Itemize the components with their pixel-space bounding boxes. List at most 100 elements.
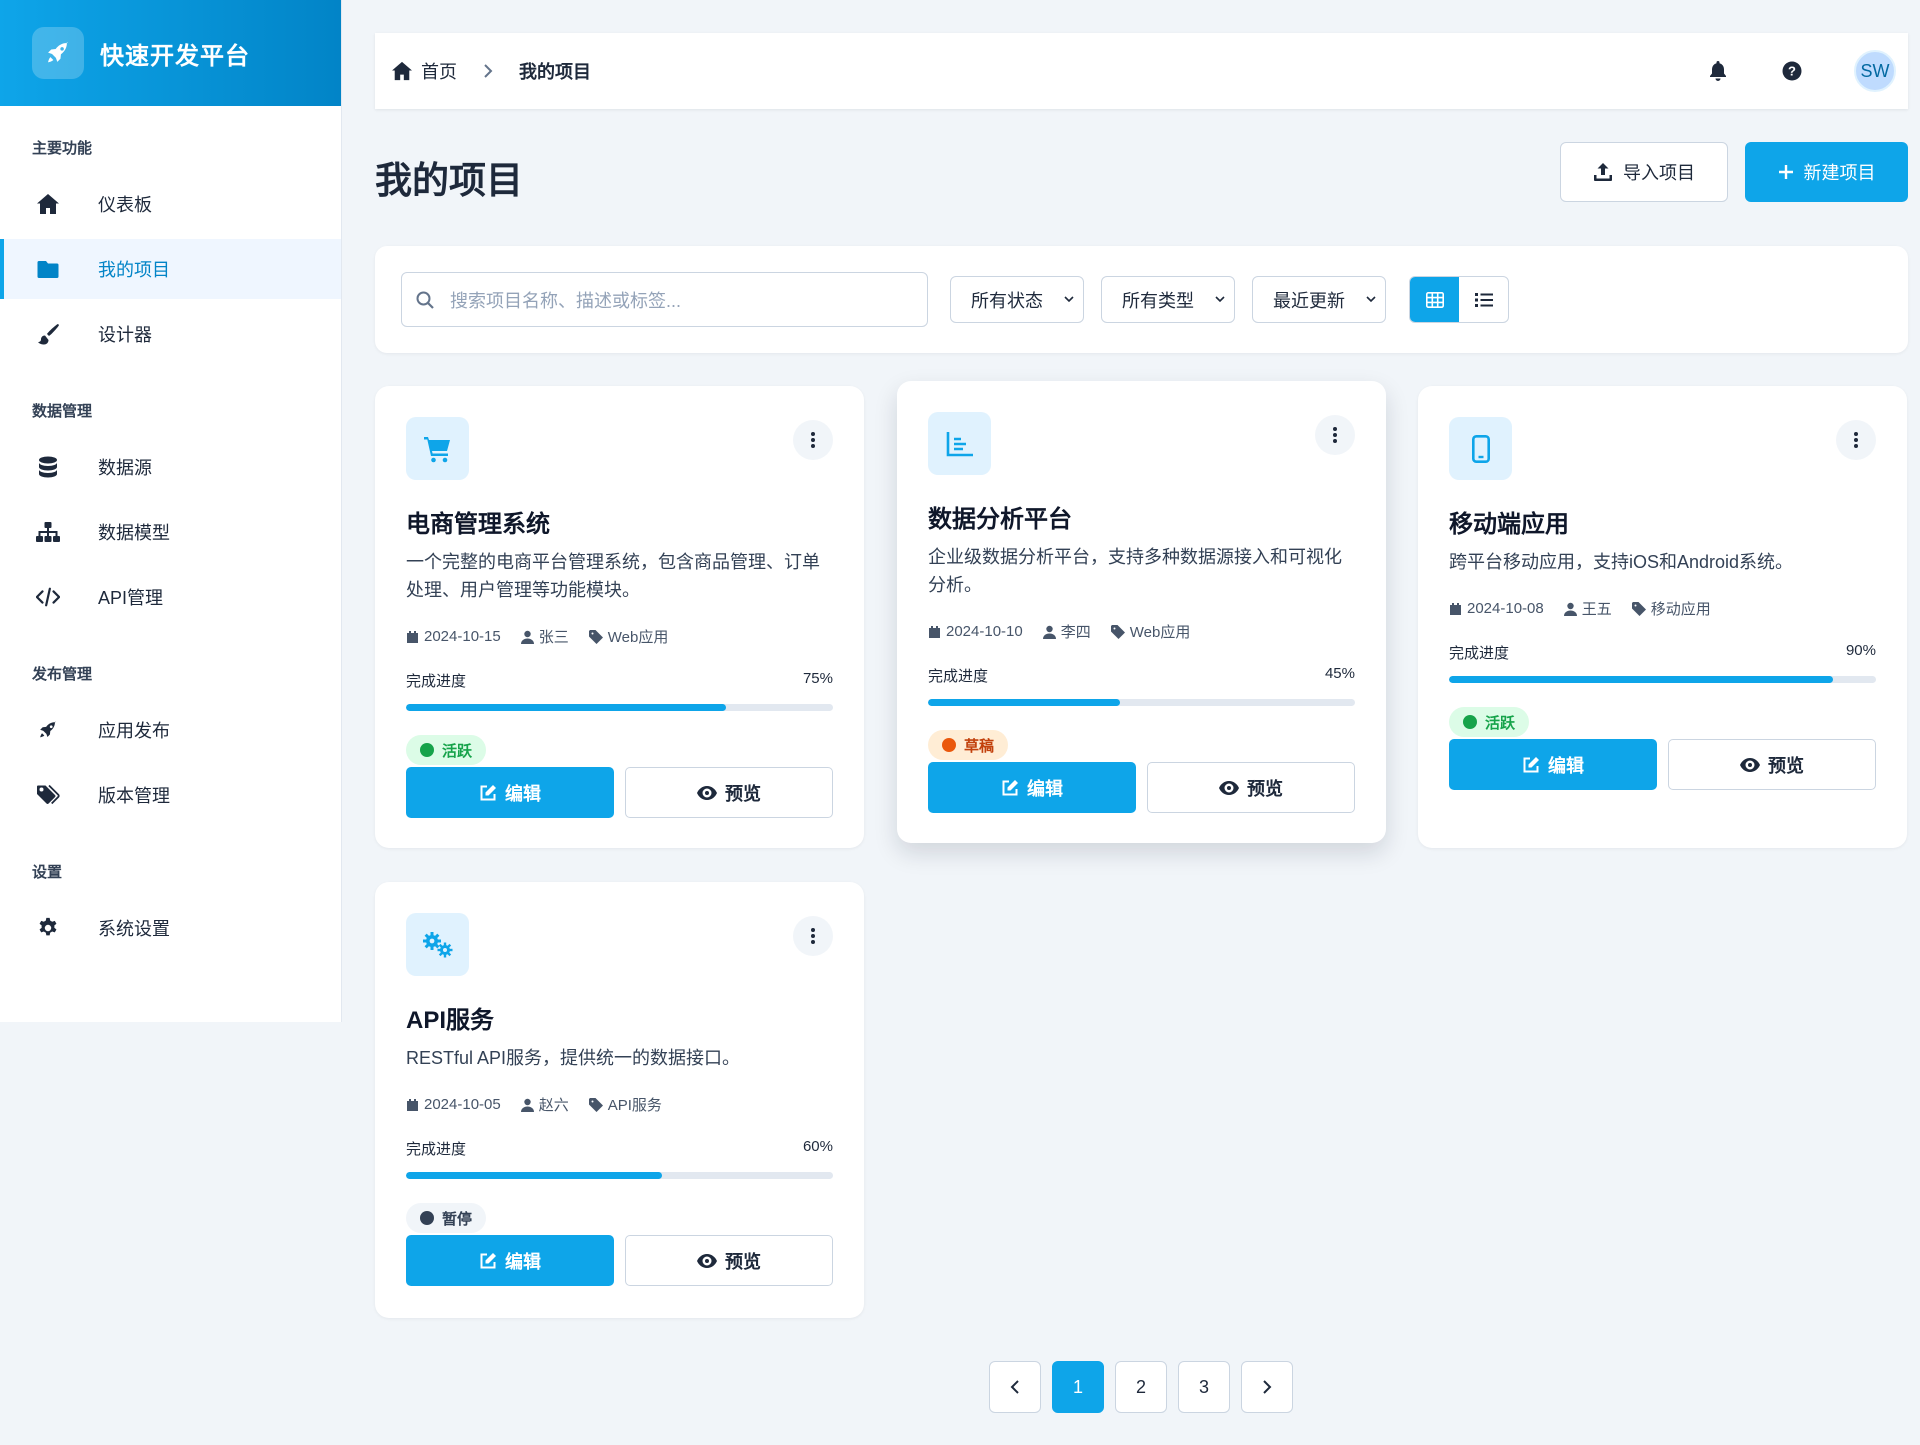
edit-label: 编辑	[1548, 755, 1584, 776]
more-vertical-icon	[1333, 427, 1337, 443]
sidebar-item-system-settings[interactable]: 系统设置	[0, 898, 341, 958]
progress-header: 完成进度 45%	[928, 665, 1355, 686]
import-project-button[interactable]: 导入项目	[1560, 142, 1728, 202]
project-card[interactable]: API服务 RESTful API服务，提供统一的数据接口。 2024-10-0…	[375, 882, 864, 1318]
page-button-3[interactable]: 3	[1178, 1361, 1230, 1413]
folder-icon	[36, 257, 60, 281]
grid-view-button[interactable]	[1410, 277, 1459, 322]
breadcrumb-home-label: 首页	[421, 62, 457, 82]
preview-button[interactable]: 预览	[625, 767, 833, 818]
status-text: 活跃	[1485, 714, 1516, 732]
progress-percent: 45%	[1324, 665, 1355, 682]
more-menu-button[interactable]	[793, 420, 833, 460]
edit-button[interactable]: 编辑	[406, 767, 614, 818]
progress-label: 完成进度	[1449, 645, 1510, 662]
filter-bar: 搜索项目名称、描述或标签... 所有状态 所有类型 最近更新	[375, 246, 1908, 353]
help-icon[interactable]: ?	[1780, 59, 1804, 83]
chevron-down-icon	[1214, 293, 1226, 305]
sidebar-item-dashboard[interactable]: 仪表板	[0, 174, 341, 234]
status-select[interactable]: 所有状态	[950, 276, 1084, 323]
status-dot	[420, 1211, 434, 1225]
tag-icon	[588, 1097, 603, 1112]
sidebar-item-app-publish[interactable]: 应用发布	[0, 700, 341, 760]
status-badge: 草稿	[928, 730, 1009, 760]
more-menu-button[interactable]	[1836, 420, 1876, 460]
meta-owner: 张三	[520, 626, 569, 647]
page-button-1[interactable]: 1	[1052, 1361, 1104, 1413]
status-badge: 暂停	[406, 1203, 487, 1233]
project-date: 2024-10-08	[1467, 600, 1544, 617]
view-toggle	[1409, 276, 1509, 323]
sidebar-item-my-projects[interactable]: 我的项目	[0, 239, 341, 299]
progress-fill	[406, 704, 727, 711]
edit-icon	[1522, 756, 1540, 774]
meta-owner: 王五	[1563, 598, 1612, 619]
preview-label: 预览	[1247, 778, 1283, 799]
sidebar-item-data-model[interactable]: 数据模型	[0, 502, 341, 562]
project-title: API服务	[406, 1007, 495, 1034]
sidebar-item-versions[interactable]: 版本管理	[0, 765, 341, 825]
progress-label: 完成进度	[928, 668, 989, 685]
meta-type: 移动应用	[1631, 598, 1711, 619]
cart-icon	[406, 417, 469, 480]
grid-icon	[1425, 291, 1444, 308]
more-menu-button[interactable]	[1315, 415, 1355, 455]
project-description: 跨平台移动应用，支持iOS和Android系统。	[1449, 552, 1794, 572]
project-card[interactable]: 电商管理系统 一个完整的电商平台管理系统，包含商品管理、订单处理、用户管理等功能…	[375, 386, 864, 848]
search-input[interactable]: 搜索项目名称、描述或标签...	[401, 272, 928, 327]
more-menu-button[interactable]	[793, 916, 833, 956]
bell-icon[interactable]	[1706, 59, 1730, 83]
sitemap-icon	[36, 520, 60, 544]
user-icon	[520, 1098, 534, 1112]
preview-button[interactable]: 预览	[1668, 739, 1876, 790]
sidebar-item-api[interactable]: API管理	[0, 567, 341, 627]
project-date: 2024-10-05	[424, 1096, 501, 1113]
sidebar-item-label: API管理	[98, 588, 164, 608]
top-actions: ? SW	[1706, 33, 1908, 109]
calendar-icon	[406, 630, 419, 644]
project-meta: 2024-10-15 张三 Web应用	[406, 626, 688, 647]
sidebar: 快速开发平台 主要功能 仪表板 我的项目 设计器 数据管理 数据源 数据模型 A…	[0, 0, 342, 1022]
avatar[interactable]: SW	[1854, 50, 1896, 92]
chevron-right-icon	[1262, 1379, 1272, 1395]
brand[interactable]: 快速开发平台	[0, 0, 341, 106]
status-dot	[1463, 715, 1477, 729]
prev-page-button[interactable]	[989, 1361, 1041, 1413]
project-type: 移动应用	[1650, 601, 1711, 618]
preview-label: 预览	[1768, 755, 1804, 776]
topbar: 首页 我的项目 ? SW	[375, 33, 1908, 109]
new-project-button[interactable]: 新建项目	[1745, 142, 1908, 202]
sidebar-item-datasource[interactable]: 数据源	[0, 437, 341, 497]
eye-icon	[697, 785, 717, 800]
cogs-icon	[406, 913, 469, 976]
sidebar-item-label: 应用发布	[98, 721, 170, 741]
next-page-button[interactable]	[1241, 1361, 1293, 1413]
status-badge: 活跃	[406, 735, 487, 765]
user-icon	[1042, 625, 1056, 639]
page-button-2[interactable]: 2	[1115, 1361, 1167, 1413]
nav-section-data: 数据管理 数据源 数据模型 API管理	[0, 369, 341, 627]
tag-icon	[1631, 601, 1646, 616]
home-icon	[36, 192, 60, 216]
project-meta: 2024-10-10 李四 Web应用	[928, 621, 1210, 642]
preview-button[interactable]: 预览	[625, 1235, 833, 1286]
nav-heading: 设置	[32, 864, 63, 881]
status-text: 活跃	[442, 742, 473, 760]
edit-button[interactable]: 编辑	[928, 762, 1136, 813]
type-select[interactable]: 所有类型	[1101, 276, 1235, 323]
sidebar-item-designer[interactable]: 设计器	[0, 304, 341, 364]
preview-button[interactable]: 预览	[1147, 762, 1355, 813]
project-card[interactable]: 数据分析平台 企业级数据分析平台，支持多种数据源接入和可视化分析。 2024-1…	[897, 381, 1386, 843]
upload-icon	[1593, 162, 1613, 182]
list-view-button[interactable]	[1459, 277, 1508, 322]
more-vertical-icon	[1854, 432, 1858, 448]
meta-owner: 李四	[1042, 621, 1091, 642]
project-card[interactable]: 移动端应用 跨平台移动应用，支持iOS和Android系统。 2024-10-0…	[1418, 386, 1907, 848]
chevron-left-icon	[1010, 1379, 1020, 1395]
eye-icon	[1219, 780, 1239, 795]
sidebar-item-label: 数据源	[98, 458, 152, 478]
edit-button[interactable]: 编辑	[1449, 739, 1657, 790]
sort-select[interactable]: 最近更新	[1252, 276, 1386, 323]
breadcrumb-home[interactable]: 首页	[391, 58, 457, 84]
edit-button[interactable]: 编辑	[406, 1235, 614, 1286]
